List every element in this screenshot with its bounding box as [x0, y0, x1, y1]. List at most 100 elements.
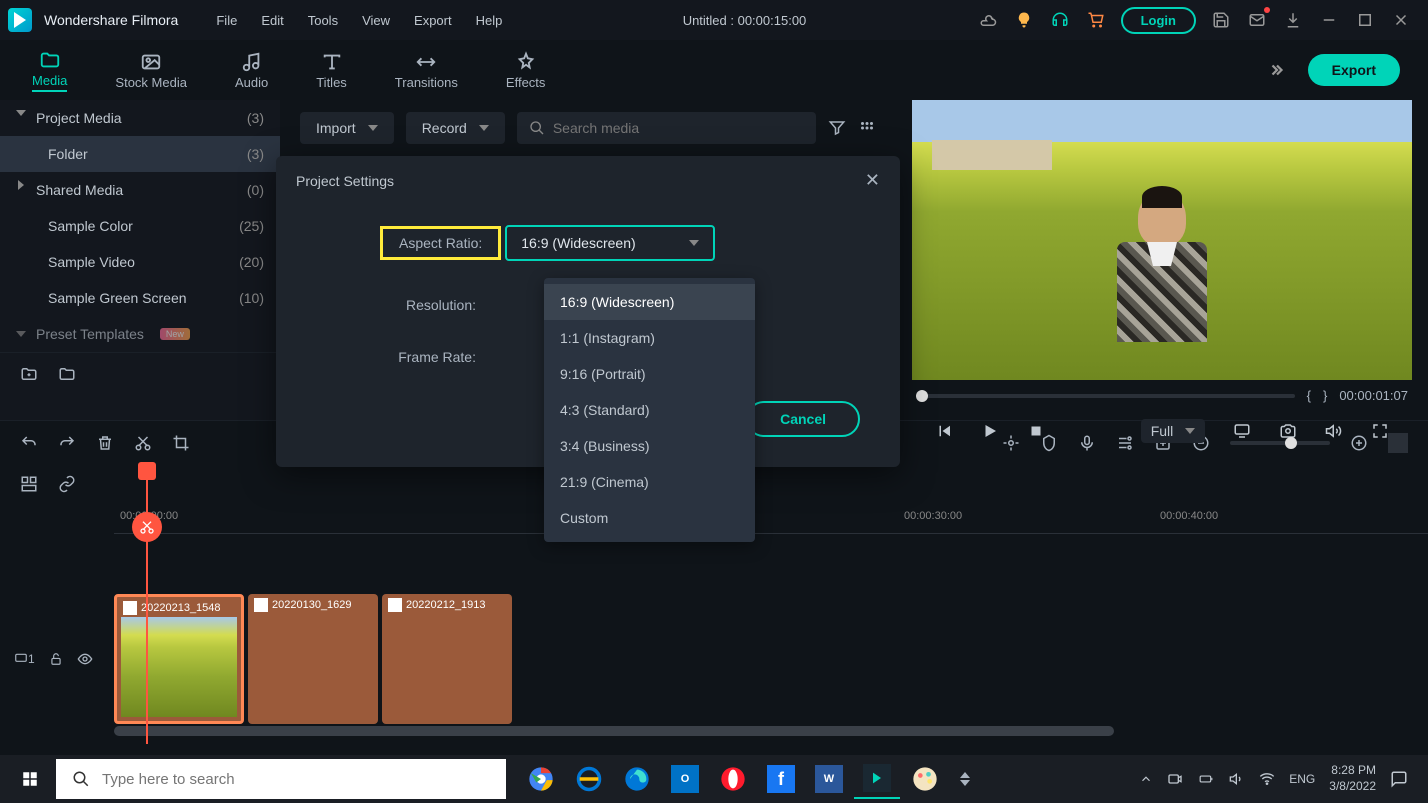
add-folder-icon[interactable] [20, 365, 38, 383]
start-button[interactable] [8, 759, 52, 799]
aspect-ratio-select[interactable]: 16:9 (Widescreen) [505, 225, 715, 261]
option-1-1[interactable]: 1:1 (Instagram) [544, 320, 755, 356]
zoom-slider[interactable] [1230, 441, 1330, 445]
taskbar-show-more[interactable] [960, 772, 970, 786]
download-icon[interactable] [1282, 9, 1304, 31]
delete-icon[interactable] [96, 434, 114, 452]
cut-icon[interactable] [134, 434, 152, 452]
redo-icon[interactable] [58, 434, 76, 452]
taskbar-search[interactable] [56, 759, 506, 799]
tray-clock[interactable]: 8:28 PM 3/8/2022 [1329, 763, 1376, 794]
option-16-9[interactable]: 16:9 (Widescreen) [544, 284, 755, 320]
modal-close-icon[interactable]: ✕ [865, 170, 880, 191]
cloud-icon[interactable] [977, 9, 999, 31]
menu-help[interactable]: Help [466, 9, 513, 32]
play-icon[interactable] [981, 422, 999, 440]
timeline-scrollbar[interactable] [114, 726, 1114, 736]
frame-rate-label: Frame Rate: [316, 349, 496, 365]
tray-wifi-icon[interactable] [1259, 771, 1275, 787]
grid-view-icon[interactable] [858, 119, 876, 137]
search-media[interactable] [517, 112, 816, 144]
ie-icon[interactable] [566, 759, 612, 799]
bracket-right[interactable]: } [1323, 388, 1327, 403]
step-back-icon[interactable] [935, 422, 953, 440]
link-icon[interactable] [58, 475, 76, 493]
search-input[interactable] [553, 120, 804, 136]
facebook-icon[interactable]: f [758, 759, 804, 799]
quality-dropdown[interactable]: Full [1141, 419, 1206, 443]
timeline-layout-icon[interactable] [20, 475, 38, 493]
tray-camera-icon[interactable] [1167, 771, 1183, 787]
time-ruler[interactable]: 00:00:00:00 00:00:30:00 00:00:40:00 [114, 504, 1428, 534]
edge-icon[interactable] [614, 759, 660, 799]
tree-preset-templates[interactable]: Preset TemplatesNew [0, 316, 280, 352]
close-icon[interactable] [1390, 9, 1412, 31]
opera-icon[interactable] [710, 759, 756, 799]
tab-effects[interactable]: Effects [482, 45, 570, 96]
tree-folder[interactable]: Folder(3) [0, 136, 280, 172]
headset-icon[interactable] [1049, 9, 1071, 31]
volume-icon[interactable] [1325, 422, 1343, 440]
minimize-icon[interactable] [1318, 9, 1340, 31]
clip-1[interactable]: 20220213_1548 [114, 594, 244, 724]
mail-icon[interactable] [1246, 9, 1268, 31]
lock-icon[interactable] [49, 652, 63, 666]
display-icon[interactable] [1233, 422, 1251, 440]
import-dropdown[interactable]: Import [300, 112, 394, 144]
tree-shared-media[interactable]: Shared Media(0) [0, 172, 280, 208]
record-dropdown[interactable]: Record [406, 112, 505, 144]
outlook-icon[interactable]: O [662, 759, 708, 799]
tab-transitions[interactable]: Transitions [371, 45, 482, 96]
bracket-left[interactable]: { [1307, 388, 1311, 403]
menu-export[interactable]: Export [404, 9, 462, 32]
stop-icon[interactable] [1027, 422, 1045, 440]
tree-sample-video[interactable]: Sample Video(20) [0, 244, 280, 280]
scissors-icon[interactable] [132, 512, 162, 542]
filmora-taskbar-icon[interactable] [854, 759, 900, 799]
fullscreen-icon[interactable] [1371, 422, 1389, 440]
option-custom[interactable]: Custom [544, 500, 755, 536]
folder-icon[interactable] [58, 365, 76, 383]
menu-tools[interactable]: Tools [298, 9, 348, 32]
maximize-icon[interactable] [1354, 9, 1376, 31]
option-3-4[interactable]: 3:4 (Business) [544, 428, 755, 464]
tray-volume-icon[interactable] [1229, 771, 1245, 787]
option-21-9[interactable]: 21:9 (Cinema) [544, 464, 755, 500]
option-9-16[interactable]: 9:16 (Portrait) [544, 356, 755, 392]
option-4-3[interactable]: 4:3 (Standard) [544, 392, 755, 428]
cart-icon[interactable] [1085, 9, 1107, 31]
clip-3[interactable]: 20220212_1913 [382, 594, 512, 724]
chrome-icon[interactable] [518, 759, 564, 799]
filter-icon[interactable] [828, 119, 846, 137]
eye-icon[interactable] [77, 651, 93, 667]
lightbulb-icon[interactable] [1013, 9, 1035, 31]
taskbar-search-input[interactable] [102, 771, 490, 788]
tree-project-media[interactable]: Project Media(3) [0, 100, 280, 136]
menu-view[interactable]: View [352, 9, 400, 32]
expand-icon[interactable] [1266, 59, 1288, 81]
tab-stock-media[interactable]: Stock Media [91, 45, 211, 96]
login-button[interactable]: Login [1121, 7, 1196, 34]
tab-audio[interactable]: Audio [211, 45, 292, 96]
save-icon[interactable] [1210, 9, 1232, 31]
tab-titles[interactable]: Titles [292, 45, 371, 96]
menu-file[interactable]: File [206, 9, 247, 32]
preview-scrubber[interactable] [916, 394, 1295, 398]
menu-edit[interactable]: Edit [251, 9, 293, 32]
tree-sample-color[interactable]: Sample Color(25) [0, 208, 280, 244]
search-icon [529, 120, 545, 136]
tray-language[interactable]: ENG [1289, 772, 1315, 786]
tray-battery-icon[interactable] [1197, 772, 1215, 786]
notifications-icon[interactable] [1390, 770, 1408, 788]
word-icon[interactable]: W [806, 759, 852, 799]
cancel-button[interactable]: Cancel [746, 401, 860, 437]
crop-icon[interactable] [172, 434, 190, 452]
undo-icon[interactable] [20, 434, 38, 452]
export-button[interactable]: Export [1308, 54, 1400, 86]
tree-sample-green-screen[interactable]: Sample Green Screen(10) [0, 280, 280, 316]
tab-media[interactable]: Media [8, 43, 91, 98]
tray-up-icon[interactable] [1139, 772, 1153, 786]
clip-2[interactable]: 20220130_1629 [248, 594, 378, 724]
paint-icon[interactable] [902, 759, 948, 799]
playhead[interactable] [146, 464, 148, 744]
